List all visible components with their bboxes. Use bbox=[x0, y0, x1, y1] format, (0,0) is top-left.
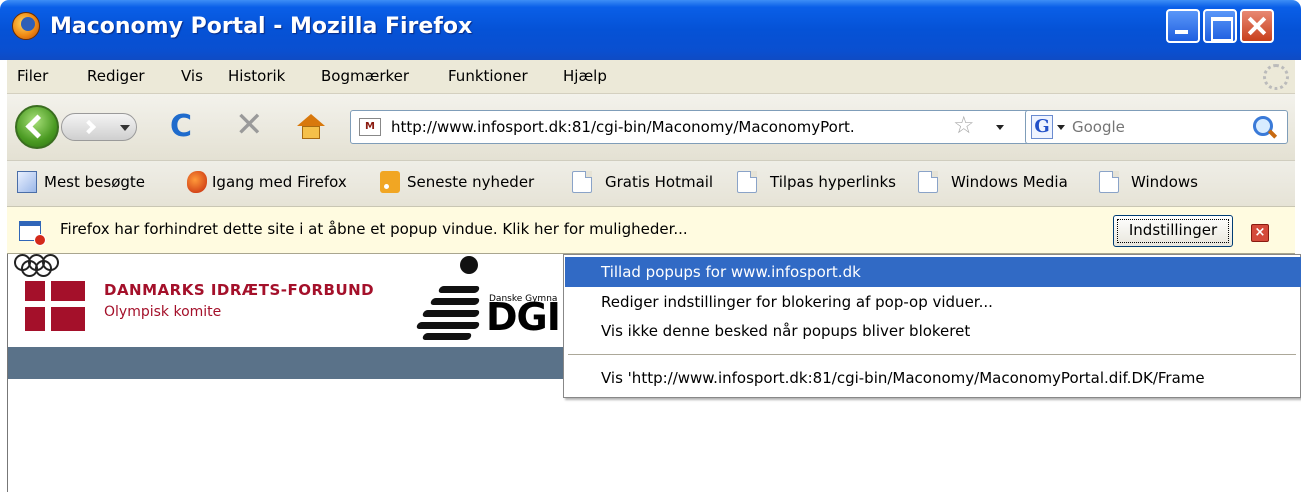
infobar-message[interactable]: Firefox har forhindret dette site i at å… bbox=[60, 220, 688, 238]
bookmark-igang-med-firefox[interactable]: Igang med Firefox bbox=[212, 173, 347, 191]
site-favicon-icon: M bbox=[359, 118, 381, 136]
stop-icon[interactable]: ✕ bbox=[235, 108, 264, 142]
history-dropdown-icon[interactable] bbox=[120, 125, 130, 131]
home-icon[interactable] bbox=[297, 114, 325, 140]
menu-historik[interactable]: Historik bbox=[228, 67, 285, 85]
menu-funktioner[interactable]: Funktioner bbox=[448, 67, 528, 85]
bookmark-gratis-hotmail[interactable]: Gratis Hotmail bbox=[605, 173, 713, 191]
minimize-button[interactable] bbox=[1166, 9, 1200, 43]
dgi-logo-text: DGI bbox=[486, 295, 561, 339]
menu-item-show-blocked-popup[interactable]: Vis 'http://www.infosport.dk:81/cgi-bin/… bbox=[565, 363, 1301, 393]
google-icon[interactable]: G bbox=[1031, 115, 1053, 139]
bookmarks-toolbar: Mest besøgte Igang med Firefox Seneste n… bbox=[7, 160, 1295, 206]
url-bar[interactable]: M http://www.infosport.dk:81/cgi-bin/Mac… bbox=[350, 110, 1030, 144]
firefox-icon bbox=[12, 12, 40, 40]
throbber-icon bbox=[1263, 64, 1289, 90]
maximize-button[interactable] bbox=[1203, 9, 1237, 43]
bookmark-seneste-nyheder[interactable]: Seneste nyheder bbox=[407, 173, 534, 191]
dif-flag-logo bbox=[25, 281, 85, 331]
search-icon[interactable] bbox=[1253, 116, 1273, 136]
window-title: Maconomy Portal - Mozilla Firefox bbox=[50, 14, 473, 39]
close-infobar-icon[interactable]: × bbox=[1251, 224, 1269, 242]
settings-button[interactable]: Indstillinger bbox=[1113, 215, 1233, 247]
dgi-logo bbox=[413, 266, 485, 340]
forward-arrow-icon bbox=[81, 119, 97, 135]
popup-blocked-icon bbox=[19, 221, 46, 246]
navigation-toolbar: C ✕ M http://www.infosport.dk:81/cgi-bin… bbox=[7, 94, 1295, 160]
page-icon bbox=[918, 171, 938, 193]
menu-bogmaerker[interactable]: Bogmærker bbox=[321, 67, 409, 85]
window-titlebar: Maconomy Portal - Mozilla Firefox bbox=[0, 0, 1301, 60]
menu-item-dont-show-message[interactable]: Vis ikke denne besked når popups bliver … bbox=[565, 316, 1301, 346]
menu-hjaelp[interactable]: Hjælp bbox=[563, 67, 607, 85]
search-input[interactable] bbox=[1072, 112, 1232, 142]
menu-bar: Filer Rediger Vis Historik Bogmærker Fun… bbox=[7, 60, 1295, 94]
menu-item-edit-popup-settings[interactable]: Rediger indstillinger for blokering af p… bbox=[565, 287, 1301, 317]
rss-feed-icon bbox=[380, 171, 400, 193]
menu-filer[interactable]: Filer bbox=[17, 67, 48, 85]
dif-subtitle: Olympisk komite bbox=[104, 304, 222, 320]
bookmark-windows-media[interactable]: Windows Media bbox=[951, 173, 1068, 191]
reload-icon[interactable]: C bbox=[170, 112, 192, 142]
bookmark-mest-besogte[interactable]: Mest besøgte bbox=[44, 173, 145, 191]
back-button[interactable] bbox=[15, 105, 59, 149]
menu-separator bbox=[568, 354, 1296, 355]
menu-vis[interactable]: Vis bbox=[181, 67, 203, 85]
menu-rediger[interactable]: Rediger bbox=[87, 67, 145, 85]
forward-button[interactable] bbox=[61, 113, 137, 141]
firefox-bookmark-icon bbox=[187, 171, 207, 193]
popup-blocked-infobar[interactable]: Firefox har forhindret dette site i at å… bbox=[7, 206, 1295, 254]
url-dropdown-icon[interactable] bbox=[996, 125, 1004, 130]
search-engine-dropdown-icon[interactable] bbox=[1057, 125, 1065, 130]
page-icon bbox=[572, 171, 592, 193]
bookmark-tilpas-hyperlinks[interactable]: Tilpas hyperlinks bbox=[770, 173, 896, 191]
search-bar[interactable]: G bbox=[1025, 110, 1288, 144]
popup-options-menu: Tillad popups for www.infosport.dk Redig… bbox=[563, 254, 1301, 398]
page-icon bbox=[737, 171, 757, 193]
bookmark-star-icon[interactable]: ☆ bbox=[953, 113, 975, 137]
dif-title: DANMARKS IDRÆTS-FORBUND bbox=[104, 281, 375, 299]
olympic-rings-logo bbox=[14, 254, 72, 277]
smart-bookmark-icon bbox=[17, 171, 37, 193]
bookmark-windows[interactable]: Windows bbox=[1131, 173, 1198, 191]
url-text[interactable]: http://www.infosport.dk:81/cgi-bin/Macon… bbox=[391, 118, 947, 136]
close-window-button[interactable] bbox=[1240, 9, 1274, 43]
menu-item-allow-popups[interactable]: Tillad popups for www.infosport.dk bbox=[565, 257, 1301, 287]
page-icon bbox=[1099, 171, 1119, 193]
